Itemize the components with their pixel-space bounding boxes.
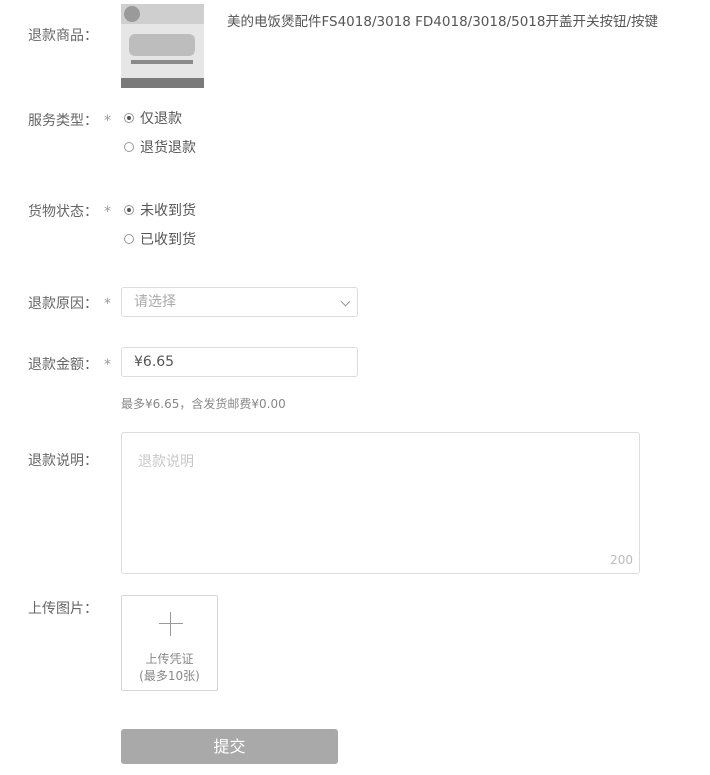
amount-label: 退款金额： * [28,357,111,373]
radio-refund-only-label: 仅退款 [140,111,182,127]
radio-checked-icon [124,205,134,215]
radio-refund-only[interactable]: 仅退款 [124,108,182,128]
char-counter: 200 [610,553,633,567]
radio-return-refund-label: 退货退款 [140,140,196,156]
chevron-down-icon [340,296,351,307]
upload-line1: 上传凭证 [145,652,194,666]
upload-button[interactable]: 上传凭证 (最多10张) [121,595,218,691]
product-label: 退款商品： [28,28,98,44]
upload-label: 上传图片： [28,601,98,617]
description-placeholder: 退款说明 [138,454,194,470]
reason-select[interactable]: 请选择 [121,287,358,317]
description-label: 退款说明： [28,453,98,469]
radio-unchecked-icon [124,234,134,244]
reason-placeholder: 请选择 [134,294,176,310]
goods-status-label: 货物状态： * [28,204,111,220]
description-textarea[interactable]: 退款说明 200 [121,432,640,574]
radio-not-received[interactable]: 未收到货 [124,200,196,220]
service-type-label: 服务类型： * [28,113,111,129]
radio-received-label: 已收到货 [140,232,196,248]
product-thumbnail [121,4,204,88]
reason-label: 退款原因： * [28,296,111,312]
product-title: 美的电饭煲配件FS4018/3018 FD4018/3018/5018开盖开关按… [227,14,659,30]
plus-icon [159,612,183,636]
radio-checked-icon [124,113,134,123]
amount-hint: 最多¥6.65，含发货邮费¥0.00 [121,397,286,411]
radio-not-received-label: 未收到货 [140,203,196,219]
radio-unchecked-icon [124,142,134,152]
upload-line2: (最多10张) [139,669,200,683]
amount-input[interactable]: ¥6.65 [121,347,358,377]
submit-button[interactable]: 提交 [121,729,338,764]
radio-received[interactable]: 已收到货 [124,229,196,249]
radio-return-refund[interactable]: 退货退款 [124,137,196,157]
